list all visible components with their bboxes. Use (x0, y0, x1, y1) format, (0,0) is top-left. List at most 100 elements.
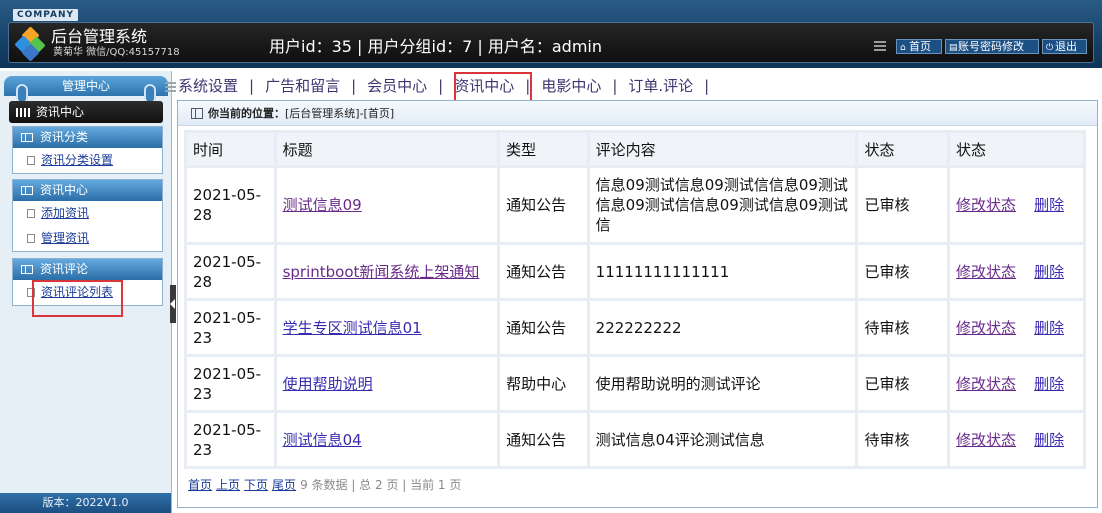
sidebar-section-news[interactable]: 资讯中心 (9, 101, 163, 123)
power-icon: ⏻ (1046, 43, 1054, 53)
nav-item-ads[interactable]: 广告和留言 (264, 77, 341, 95)
pager-prev-link[interactable]: 上页 (216, 478, 240, 492)
col-header-time: 时间 (187, 133, 274, 165)
cell-status: 待审核 (858, 301, 948, 354)
doc-icon (27, 209, 35, 218)
sidebar-group-header[interactable]: 资讯评论 (13, 259, 162, 280)
pager-next-link[interactable]: 下页 (244, 478, 268, 492)
doc-icon (27, 288, 35, 297)
sidebar-item-add-news[interactable]: 添加资讯 (13, 201, 162, 226)
cell-title: 测试信息04 (276, 413, 498, 466)
title-link[interactable]: 测试信息04 (283, 431, 362, 449)
nav-item-news[interactable]: 资讯中心 (453, 77, 515, 95)
edit-status-link[interactable]: 修改状态 (956, 375, 1016, 393)
cell-time: 2021-05-28 (187, 168, 274, 242)
delete-link[interactable]: 删除 (1034, 319, 1064, 337)
breadcrumb: 你当前的位置：[后台管理系统]-[首页] (178, 101, 1097, 126)
sidebar-group-header[interactable]: 资讯分类 (13, 127, 162, 148)
sidebar-collapse-handle[interactable] (170, 285, 176, 323)
col-header-content: 评论内容 (589, 133, 856, 165)
cell-title: 测试信息09 (276, 168, 498, 242)
cell-type: 通知公告 (500, 245, 587, 298)
document-icon: ▤ (949, 43, 958, 53)
delete-link[interactable]: 删除 (1034, 196, 1064, 214)
sidebar-item-manage-news[interactable]: 管理资讯 (13, 226, 162, 251)
comments-table: 时间 标题 类型 评论内容 状态 状态 2021-05-28 测试信息09 通知… (184, 130, 1086, 469)
cell-actions: 修改状态 删除 (950, 413, 1083, 466)
cell-status: 已审核 (858, 245, 948, 298)
table-row: 2021-05-23 学生专区测试信息01 通知公告 222222222 待审核… (187, 301, 1083, 354)
cell-content: 222222222 (589, 301, 856, 354)
nav-item-members[interactable]: 会员中心 (366, 77, 428, 95)
menu-icon (165, 82, 176, 92)
title-link[interactable]: sprintboot新闻系统上架通知 (283, 263, 480, 281)
nav-item-orders[interactable]: 订单.评论 (627, 77, 694, 95)
cell-type: 通知公告 (500, 168, 587, 242)
user-info: 用户id：35 | 用户分组id：7 | 用户名：admin (269, 37, 603, 56)
col-header-type: 类型 (500, 133, 587, 165)
system-title: 后台管理系统 (51, 27, 148, 46)
cell-type: 通知公告 (500, 413, 587, 466)
cell-content: 信息09测试信息09测试信信息09测试信息09测试信信息09测试信息09测试信 (589, 168, 856, 242)
edit-status-link[interactable]: 修改状态 (956, 263, 1016, 281)
sidebar-top-label: 管理中心 (4, 76, 168, 104)
pager-summary: 9 条数据 | 总 2 页 | 当前 1 页 (300, 478, 462, 492)
sidebar-item-comment-list[interactable]: 资讯评论列表 (13, 280, 162, 305)
pagination: 首页 上页 下页 尾页 9 条数据 | 总 2 页 | 当前 1 页 (188, 476, 461, 493)
cell-time: 2021-05-23 (187, 301, 274, 354)
cell-time: 2021-05-28 (187, 245, 274, 298)
cell-actions: 修改状态 删除 (950, 301, 1083, 354)
pager-last-link[interactable]: 尾页 (272, 478, 296, 492)
table-row: 2021-05-28 sprintboot新闻系统上架通知 通知公告 11111… (187, 245, 1083, 298)
main-panel: 你当前的位置：[后台管理系统]-[首页] 时间 标题 类型 评论内容 状态 状态… (177, 100, 1098, 508)
panel-icon (191, 108, 203, 119)
cell-actions: 修改状态 删除 (950, 168, 1083, 242)
list-icon (874, 41, 886, 51)
cell-status: 已审核 (858, 357, 948, 410)
edit-status-link[interactable]: 修改状态 (956, 319, 1016, 337)
cell-time: 2021-05-23 (187, 413, 274, 466)
delete-link[interactable]: 删除 (1034, 263, 1064, 281)
table-header-row: 时间 标题 类型 评论内容 状态 状态 (187, 133, 1083, 165)
edit-status-link[interactable]: 修改状态 (956, 196, 1016, 214)
cell-title: 使用帮助说明 (276, 357, 498, 410)
table-row: 2021-05-23 使用帮助说明 帮助中心 使用帮助说明的测试评论 已审核 修… (187, 357, 1083, 410)
cell-actions: 修改状态 删除 (950, 357, 1083, 410)
system-subtitle: 黄菊华 微信/QQ:45157718 (53, 47, 180, 58)
table-row: 2021-05-28 测试信息09 通知公告 信息09测试信息09测试信信息09… (187, 168, 1083, 242)
title-link[interactable]: 学生专区测试信息01 (283, 319, 422, 337)
sidebar-group-categories: 资讯分类 资讯分类设置 (12, 126, 163, 174)
version-label: 版本：2022V1.0 (0, 493, 171, 513)
sidebar-group-comments: 资讯评论 资讯评论列表 (12, 258, 163, 306)
cell-time: 2021-05-23 (187, 357, 274, 410)
top-nav: 系统设置 | 广告和留言 | 会员中心 | 资讯中心 | 电影中心 | 订单.评论 | (165, 72, 719, 100)
delete-link[interactable]: 删除 (1034, 375, 1064, 393)
logout-button[interactable]: ⏻ 退出 (1042, 39, 1087, 54)
nav-item-system[interactable]: 系统设置 (177, 77, 239, 95)
delete-link[interactable]: 删除 (1034, 431, 1064, 449)
cell-title: 学生专区测试信息01 (276, 301, 498, 354)
sidebar-group-news: 资讯中心 添加资讯 管理资讯 (12, 179, 163, 252)
pager-first-link[interactable]: 首页 (188, 478, 212, 492)
title-link[interactable]: 测试信息09 (283, 196, 362, 214)
change-password-button[interactable]: ▤账号密码修改 (945, 39, 1039, 54)
cell-title: sprintboot新闻系统上架通知 (276, 245, 498, 298)
home-button[interactable]: ⌂ 首页 (896, 39, 942, 54)
cell-actions: 修改状态 删除 (950, 245, 1083, 298)
nav-item-movies[interactable]: 电影中心 (540, 77, 602, 95)
col-header-status: 状态 (858, 133, 948, 165)
col-header-actions: 状态 (950, 133, 1083, 165)
grid-dots-icon (16, 108, 30, 117)
sidebar: 管理中心 资讯中心 资讯分类 资讯分类设置 资讯中心 添加资讯 管理资讯 资讯评… (0, 71, 172, 513)
panel-icon (21, 186, 33, 195)
cell-type: 帮助中心 (500, 357, 587, 410)
cell-status: 待审核 (858, 413, 948, 466)
table-row: 2021-05-23 测试信息04 通知公告 测试信息04评论测试信息 待审核 … (187, 413, 1083, 466)
sidebar-item-category-settings[interactable]: 资讯分类设置 (13, 148, 162, 173)
col-header-title: 标题 (276, 133, 498, 165)
title-link[interactable]: 使用帮助说明 (283, 375, 373, 393)
sidebar-group-header[interactable]: 资讯中心 (13, 180, 162, 201)
edit-status-link[interactable]: 修改状态 (956, 431, 1016, 449)
app-header: COMPANY 后台管理系统 黄菊华 微信/QQ:45157718 用户id：3… (0, 0, 1102, 68)
cell-content: 测试信息04评论测试信息 (589, 413, 856, 466)
